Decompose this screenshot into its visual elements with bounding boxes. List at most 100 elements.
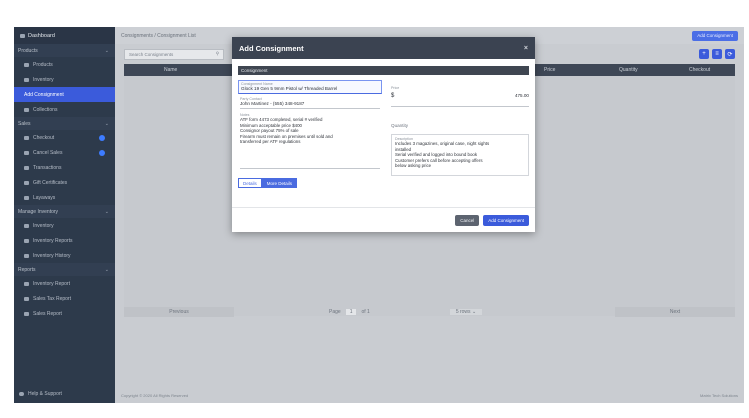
sidebar-item-inventory-reports[interactable]: Inventory Reports bbox=[14, 233, 115, 248]
sidebar-brand[interactable]: Dashboard bbox=[14, 27, 115, 44]
sidebar-section-label: Products bbox=[18, 47, 38, 54]
section-title: Consignment bbox=[238, 66, 529, 75]
footer-copyright: Copyright © 2020 All Rights Reserved bbox=[121, 393, 189, 398]
products-icon bbox=[24, 62, 29, 67]
sidebar-item-transactions[interactable]: Transactions bbox=[14, 160, 115, 175]
chevron-down-icon: ⌄ bbox=[104, 120, 109, 127]
sidebar-section-label: Manage Inventory bbox=[18, 208, 59, 215]
sidebar-item-inventory-history[interactable]: Inventory History bbox=[14, 248, 115, 263]
price-input[interactable]: 475.00 bbox=[515, 93, 529, 99]
page-number-input[interactable]: 1 bbox=[345, 309, 357, 315]
column-header-price[interactable]: Price bbox=[544, 67, 555, 73]
sidebar-item-label: Inventory Reports bbox=[33, 237, 73, 244]
sidebar-item-label: Products bbox=[33, 61, 53, 68]
sidebar-item-label: Add Consignment bbox=[24, 91, 64, 98]
sidebar-item-label: Inventory History bbox=[33, 252, 71, 259]
sidebar-section-label: Sales bbox=[18, 120, 31, 127]
consignment-name-field[interactable]: Consignment Name Glock 19 Gen 5 9mm Pist… bbox=[238, 80, 382, 94]
sidebar-item-label: Sales Report bbox=[33, 310, 62, 317]
tab-details[interactable]: Details bbox=[238, 178, 262, 188]
consignment-name-input[interactable]: Glock 19 Gen 5 9mm Pistol w/ Threaded Ba… bbox=[241, 86, 379, 92]
modal-body: Consignment Consignment Name Glock 19 Ge… bbox=[232, 59, 535, 207]
pagination: Previous Page 1 of 1 5 rows ⌄ Next bbox=[124, 307, 735, 317]
add-consignment-top-button[interactable]: Add Consignment bbox=[692, 30, 738, 41]
breadcrumb: Consignments / Consignment List bbox=[121, 32, 196, 39]
sidebar-item-sales-report[interactable]: Sales Report bbox=[14, 306, 115, 321]
sidebar-item-help[interactable]: Help & Support bbox=[14, 386, 62, 401]
quantity-field[interactable]: Quantity bbox=[391, 123, 529, 133]
sidebar-section-products[interactable]: Products ⌄ bbox=[14, 44, 115, 57]
notification-badge bbox=[99, 150, 105, 156]
search-box[interactable]: Search Consignments ⚲ bbox=[124, 48, 224, 60]
sidebar-item-label: Inventory Report bbox=[33, 280, 70, 287]
add-consignment-modal: Add Consignment × Consignment Consignmen… bbox=[232, 37, 535, 232]
description-line: below asking price bbox=[395, 163, 432, 169]
column-header-checkout[interactable]: Checkout bbox=[689, 67, 710, 73]
sidebar-item-label: Transactions bbox=[33, 164, 62, 171]
price-field[interactable]: Price $ 475.00 bbox=[391, 86, 529, 107]
notes-field[interactable]: Notes ATF form 4473 completed, serial # … bbox=[240, 113, 380, 169]
chevron-down-icon: ⌄ bbox=[104, 47, 109, 54]
party-contact-input[interactable]: John Martinez - (555) 348-9187 bbox=[240, 101, 380, 107]
description-textarea[interactable]: Includes 3 magazines, original case, nig… bbox=[395, 141, 525, 169]
footer-company: Matrix Tech Solutions bbox=[700, 393, 738, 398]
sidebar-section-reports[interactable]: Reports ⌄ bbox=[14, 263, 115, 276]
tool-buttons: + ≡ ⟳ bbox=[699, 49, 735, 59]
currency-symbol: $ bbox=[391, 93, 395, 99]
sidebar-item-label: Layaways bbox=[33, 194, 56, 201]
next-page-button[interactable]: Next bbox=[615, 307, 735, 317]
rows-per-page-value: 5 rows bbox=[455, 309, 471, 315]
add-consignment-button[interactable]: Add Consignment bbox=[483, 214, 529, 226]
sidebar-item-checkout[interactable]: Checkout bbox=[14, 130, 115, 145]
notes-textarea[interactable]: ATF form 4473 completed, serial # verifi… bbox=[240, 117, 380, 145]
sidebar-item-label: Sales Tax Report bbox=[33, 295, 71, 302]
layaway-icon bbox=[24, 195, 29, 200]
previous-page-button[interactable]: Previous bbox=[124, 307, 234, 317]
sidebar-item-sales-tax-report[interactable]: Sales Tax Report bbox=[14, 291, 115, 306]
quantity-input[interactable]: Quantity bbox=[391, 123, 529, 129]
columns-icon[interactable]: ≡ bbox=[712, 49, 722, 59]
column-header-quantity[interactable]: Quantity bbox=[619, 67, 638, 73]
sidebar-item-layaways[interactable]: Layaways bbox=[14, 190, 115, 205]
sidebar-item-products[interactable]: Products bbox=[14, 57, 115, 72]
sidebar-item-label: Collections bbox=[33, 106, 58, 113]
modal-footer: Cancel Add Consignment bbox=[232, 207, 535, 232]
sidebar-item-gift-certificates[interactable]: Gift Certificates bbox=[14, 175, 115, 190]
tab-more-details[interactable]: More Details bbox=[261, 178, 298, 188]
sidebar-item-label: Checkout bbox=[33, 134, 55, 141]
notification-badge bbox=[99, 135, 105, 141]
column-header-name[interactable]: Name bbox=[164, 67, 177, 73]
sidebar-item-label: Cancel Sales bbox=[33, 149, 63, 156]
sidebar: Dashboard Products ⌄ Products Inventory … bbox=[14, 27, 115, 403]
sidebar-item-add-consignment[interactable]: Add Consignment bbox=[14, 87, 115, 102]
cancel-button[interactable]: Cancel bbox=[455, 214, 480, 226]
cancel-icon bbox=[24, 150, 29, 155]
sidebar-item-manage-inventory[interactable]: Inventory bbox=[14, 218, 115, 233]
search-input[interactable]: Search Consignments bbox=[129, 52, 173, 57]
sidebar-item-inventory[interactable]: Inventory bbox=[14, 72, 115, 87]
refresh-icon[interactable]: ⟳ bbox=[725, 49, 735, 59]
search-icon[interactable]: ⚲ bbox=[216, 51, 219, 57]
rows-per-page-select[interactable]: 5 rows ⌄ bbox=[449, 309, 483, 315]
party-contact-field[interactable]: Party Contact John Martinez - (555) 348-… bbox=[240, 97, 380, 109]
sidebar-item-label: Help & Support bbox=[28, 390, 62, 397]
sidebar-item-cancel-sales[interactable]: Cancel Sales bbox=[14, 145, 115, 160]
field-label: Price bbox=[391, 86, 400, 90]
description-field[interactable]: Description Includes 3 magazines, origin… bbox=[391, 134, 529, 176]
sidebar-item-inventory-report[interactable]: Inventory Report bbox=[14, 276, 115, 291]
inventory-icon bbox=[24, 223, 29, 228]
add-icon[interactable]: + bbox=[699, 49, 709, 59]
page-of-label: of 1 bbox=[361, 309, 370, 315]
sidebar-item-label: Inventory bbox=[33, 76, 54, 83]
sidebar-section-manage-inventory[interactable]: Manage Inventory ⌄ bbox=[14, 205, 115, 218]
history-icon bbox=[24, 253, 29, 258]
sidebar-section-label: Reports bbox=[18, 266, 36, 273]
modal-title: Add Consignment bbox=[239, 43, 304, 53]
transactions-icon bbox=[24, 165, 29, 170]
report-icon bbox=[24, 311, 29, 316]
report-icon bbox=[24, 281, 29, 286]
sidebar-section-sales[interactable]: Sales ⌄ bbox=[14, 117, 115, 130]
close-icon[interactable]: × bbox=[524, 45, 528, 52]
sidebar-item-collections[interactable]: Collections bbox=[14, 102, 115, 117]
sidebar-item-label: Inventory bbox=[33, 222, 54, 229]
